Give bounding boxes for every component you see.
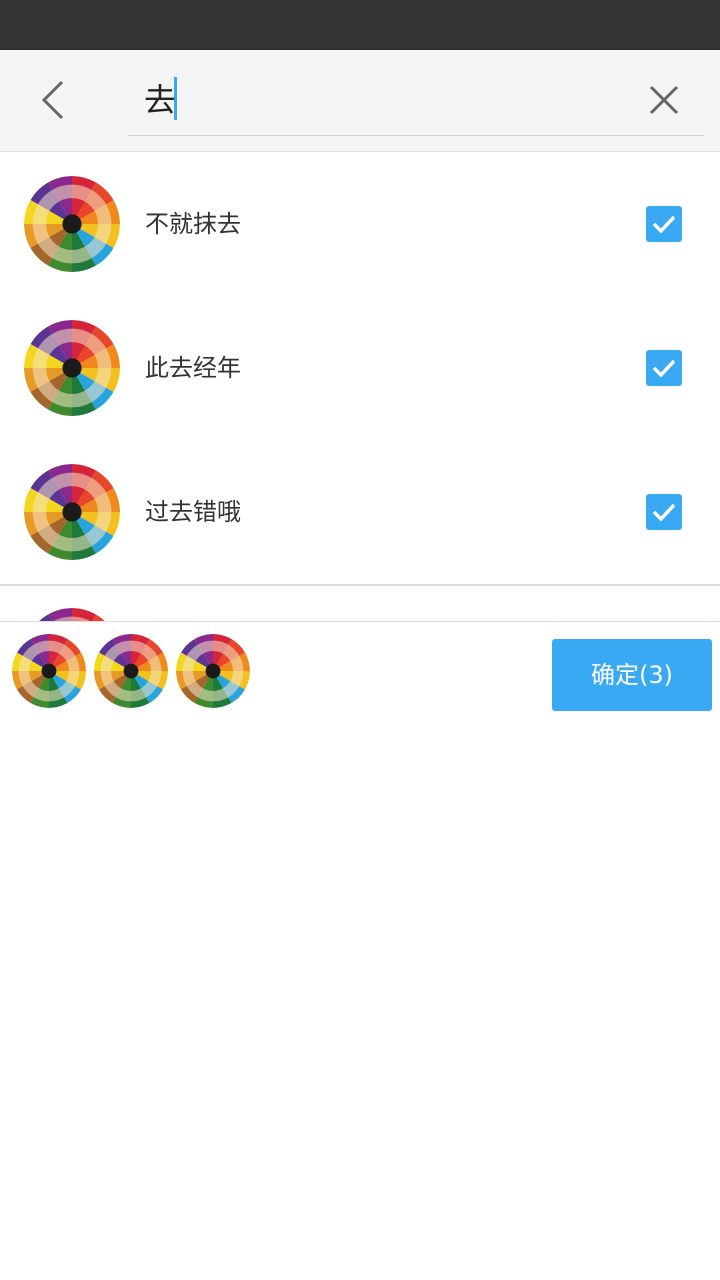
avatar [24,320,120,416]
avatar [24,464,120,560]
contact-checkbox[interactable] [646,206,682,242]
contact-row[interactable]: 不就抹去 [0,152,720,298]
chevron-left-icon [41,80,64,120]
contact-name: 过去错哦 [145,498,241,526]
avatar [24,608,120,622]
selected-avatar[interactable] [176,634,250,708]
clear-search-button[interactable] [640,76,688,124]
selected-avatar[interactable] [94,634,168,708]
contact-row[interactable]: 过去错哦 [0,440,720,586]
avatar [24,176,120,272]
contact-checkbox[interactable] [646,494,682,530]
search-field[interactable]: 去 [128,50,704,136]
contact-name: 不就抹去 [145,210,241,238]
search-header: 去 [0,50,720,153]
status-bar [0,0,720,50]
contact-row-partial[interactable] [0,586,720,622]
checkmark-icon [652,503,676,522]
contact-row[interactable]: 此去经年 [0,296,720,442]
confirm-button[interactable]: 确定(3) [552,639,712,711]
selected-contacts-bar: 确定(3) [0,621,720,722]
checkmark-icon [652,359,676,378]
contact-checkbox[interactable] [646,350,682,386]
close-icon [649,85,679,115]
back-button[interactable] [22,72,82,128]
selected-avatar[interactable] [12,634,86,708]
search-input[interactable]: 去 [144,78,176,122]
text-cursor [174,77,177,120]
checkmark-icon [652,215,676,234]
contact-name: 此去经年 [145,354,241,382]
